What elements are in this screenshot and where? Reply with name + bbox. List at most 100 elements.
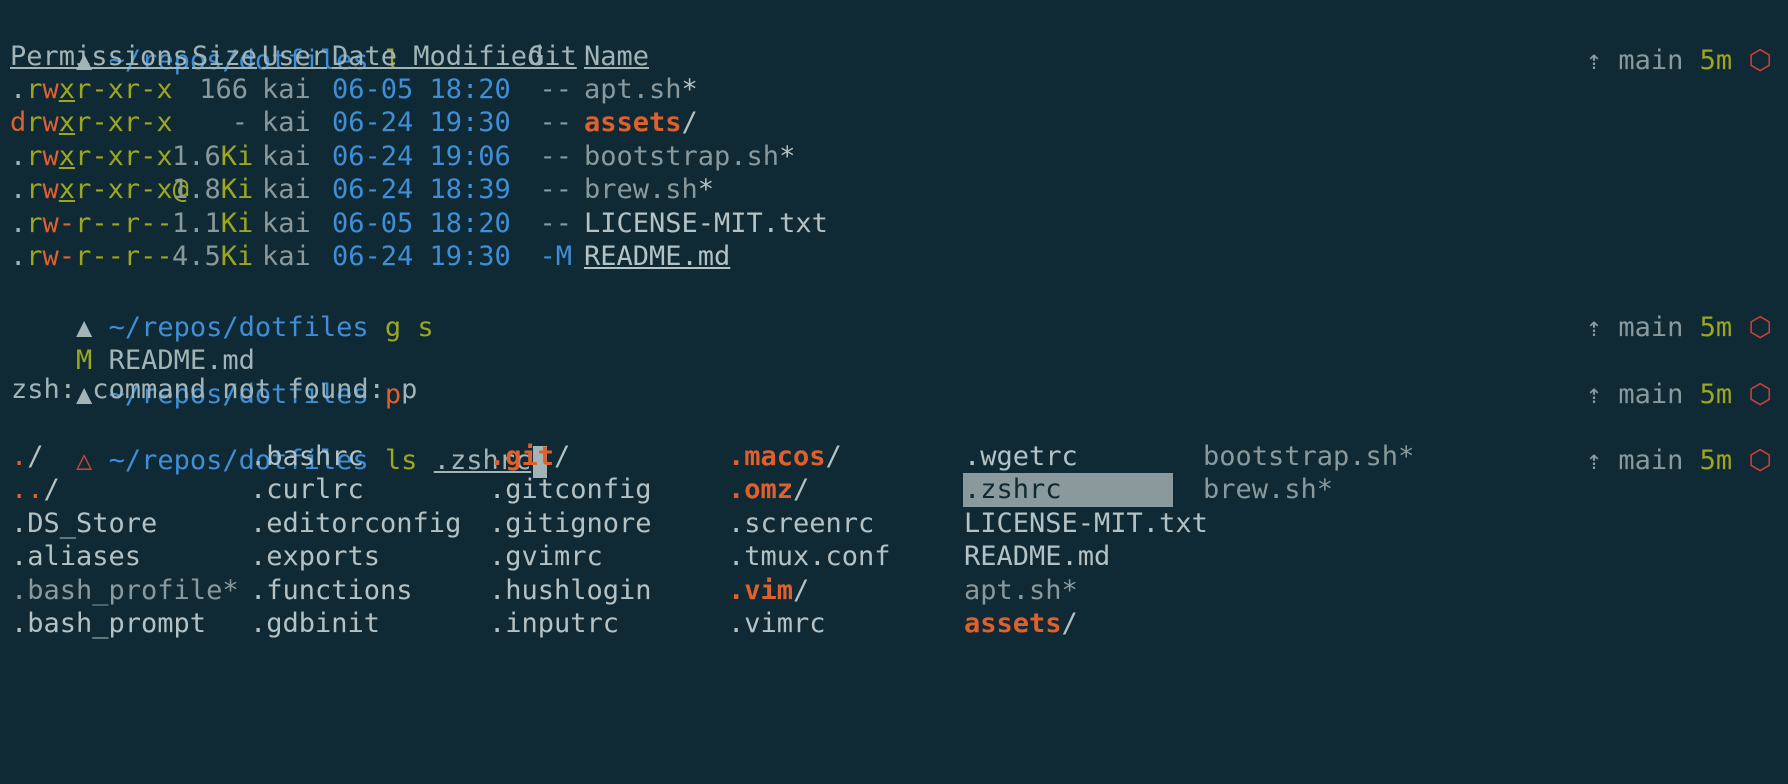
size-number: 1.8 [172,174,221,205]
size-number: 166 [199,74,248,105]
perm-rest: r--r-- [75,241,173,272]
size-number: - [231,107,248,138]
completion-item[interactable]: brew.sh* [1203,471,1333,509]
completion-item-label: .functions [250,575,413,606]
git-status-right-4: ⇡ main 5m ⬡ [1521,404,1772,476]
prompt-line-4[interactable]: △ ~/repos/dotfiles ls .zshrc [11,404,548,478]
perm-rest: r--r-- [75,208,173,239]
branch-name: main [1618,445,1684,476]
prompt-triangle-warning: △ [76,445,93,476]
git-flag: -M [539,241,572,272]
directory-slash: / [1061,608,1078,639]
perm-write: w [42,141,59,172]
completion-item-label: .aliases [11,541,142,572]
completion-item-label: LICENSE-MIT.txt [964,508,1208,539]
size-unit: Ki [220,174,254,205]
completion-item[interactable]: assets/ [964,605,1078,643]
permissions: drwxr-xr-x [10,104,173,142]
completion-item[interactable]: .curlrc [250,471,364,509]
completion-item-label: .editorconfig [250,508,462,539]
file-user: kai [262,107,311,138]
file-suffix: / [681,107,698,138]
completion-item-label: .vimrc [728,608,826,639]
completion-item-label: .curlrc [250,474,364,505]
completion-item-label: .omz [728,474,794,505]
file-name-text: LICENSE-MIT.txt [584,208,828,239]
completion-item-label: README.md [964,541,1111,572]
completion-item-label: .DS_Store [11,508,158,539]
completion-item-label: apt.sh* [964,575,1078,606]
git-status-right-2: ⇡ main 5m ⬡ [1521,271,1772,343]
completion-item-label: .bashrc [250,441,364,472]
perm-exec: - [58,208,76,239]
size-number: 1.1 [172,208,221,239]
file-name[interactable]: brew.sh* [584,171,714,209]
completion-item[interactable]: .exports [250,538,380,576]
perm-type: . [10,208,27,239]
perm-read: r [26,241,43,272]
completion-item[interactable]: .omz/ [728,471,809,509]
file-name-text: assets [584,107,682,138]
size-unit: Ki [220,141,254,172]
completion-item-label: .macos [728,441,826,472]
permissions: .rwxr-xr-x@ [10,171,189,209]
file-suffix: * [681,74,698,105]
file-size: 1.8Ki [172,171,253,209]
perm-rest: r-xr-x [75,141,173,172]
completion-item[interactable]: .aliases [11,538,141,576]
file-suffix: * [697,174,715,205]
file-user: kai [262,174,311,205]
perm-write: w [42,74,59,105]
ls-row: drwxr-xr-x - kai 06-24 19:30 -- assets/ [0,104,900,142]
completion-item[interactable]: .gdbinit [250,605,380,643]
completion-item[interactable]: README.md [964,538,1110,576]
completion-item-label: assets [964,608,1062,639]
completion-item-label: .gdbinit [250,608,381,639]
file-suffix: * [779,141,796,172]
perm-type: d [10,107,27,138]
perm-exec: x [58,74,76,105]
file-date: 06-24 19:30 [332,107,511,138]
directory-slash: / [27,441,44,472]
completion-item-label: bootstrap.sh* [1203,441,1415,472]
branch-name: main [1618,45,1684,76]
elapsed-time: 5m [1699,45,1733,76]
ls-row: .rwxr-xr-x@ 1.8Ki kai 06-24 18:39 -- brew.sh* [0,171,900,209]
hexagon-icon: ⬡ [1748,45,1772,76]
directory-slash: / [825,441,842,472]
completion-item[interactable]: .gitconfig [489,471,652,509]
perm-read: r [26,107,43,138]
completion-item[interactable]: ../ [11,471,60,509]
file-name[interactable]: README.md [584,238,730,276]
perm-type: . [10,74,27,105]
git-status-right-3: ⇡ main 5m ⬡ [1521,338,1772,410]
perm-read: r [26,74,43,105]
file-name[interactable]: assets/ [584,104,698,142]
completion-item-label: brew.sh* [1203,474,1334,505]
directory-slash: / [793,474,810,505]
perm-rest: r-xr-x [75,74,173,105]
perm-read: r [26,208,43,239]
completion-item[interactable]: .inputrc [489,605,619,643]
terminal-window[interactable]: ▲ ~/repos/dotfiles l ⇡ main 5m ⬡ Permiss… [0,0,1788,784]
completion-item-label: .exports [250,541,381,572]
command-text: ls [384,445,418,476]
perm-type: . [10,174,27,205]
completion-item[interactable]: .bash_prompt [11,605,206,643]
directory-slash: / [43,474,60,505]
completion-item-label: .hushlogin [489,575,652,606]
completion-item[interactable]: .vimrc [728,605,826,643]
perm-exec: x [58,141,76,172]
perm-read: r [26,141,43,172]
completion-item[interactable]: .gvimrc [489,538,603,576]
directory-slash: / [554,441,571,472]
file-size: - [172,104,248,142]
completion-item[interactable]: .tmux.conf [728,538,891,576]
completion-item-label: . [11,441,28,472]
size-unit: Ki [220,208,254,239]
completion-item-label: .gvimrc [489,541,603,572]
completion-item-label: .inputrc [489,608,620,639]
completion-item[interactable]: .zshrc [964,471,1062,509]
perm-write: w [42,107,59,138]
size-number: 4.5 [172,241,221,272]
